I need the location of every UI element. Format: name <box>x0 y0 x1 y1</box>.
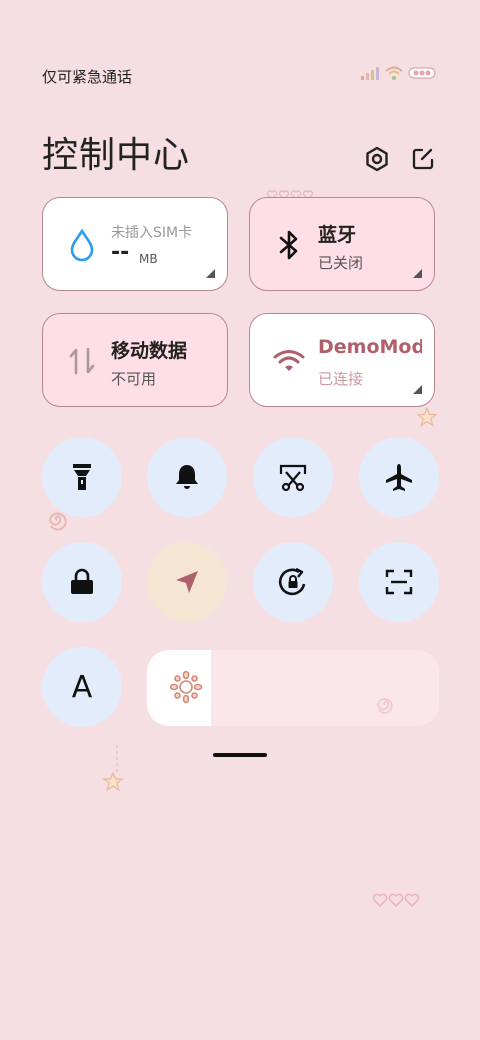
swirl-decoration <box>49 512 67 531</box>
battery-icon <box>408 67 436 79</box>
gear-icon <box>366 146 388 172</box>
location-arrow-icon <box>176 571 198 593</box>
data-usage-tile[interactable]: 未插入SIM卡 -- MB <box>42 197 228 291</box>
signal-icon <box>361 67 379 80</box>
edit-icon <box>412 148 434 170</box>
brightness-slider[interactable] <box>147 650 439 726</box>
location-toggle[interactable] <box>147 542 227 622</box>
mobile-data-title: 移动数据 <box>111 340 188 362</box>
bell-icon <box>176 465 198 489</box>
expand-corner-icon <box>413 385 422 394</box>
sun-icon <box>169 670 203 704</box>
scan-icon <box>385 569 413 595</box>
screenshot-toggle[interactable] <box>253 437 333 517</box>
rotation-lock-icon <box>278 567 306 596</box>
expand-corner-icon <box>206 269 215 278</box>
expand-corner-icon <box>413 269 422 278</box>
hearts-decoration <box>372 893 420 907</box>
drag-handle[interactable] <box>213 753 267 757</box>
lock-icon <box>71 568 93 594</box>
flashlight-toggle[interactable] <box>42 437 122 517</box>
edit-button[interactable] <box>408 144 438 174</box>
bluetooth-tile[interactable]: 蓝牙 已关闭 <box>249 197 435 291</box>
mobile-data-tile[interactable]: 移动数据 不可用 <box>42 313 228 407</box>
status-text: 仅可紧急通话 <box>42 68 133 86</box>
bluetooth-title: 蓝牙 <box>318 224 357 246</box>
settings-button[interactable] <box>362 144 392 174</box>
wifi-network-name: DemoMod <box>318 336 422 358</box>
airplane-icon <box>386 464 412 491</box>
mute-toggle[interactable] <box>147 437 227 517</box>
wifi-tile[interactable]: DemoMod 已连接 <box>249 313 435 407</box>
airplane-mode-toggle[interactable] <box>359 437 439 517</box>
wifi-status: 已连接 <box>318 370 364 388</box>
scissors-icon <box>279 464 307 492</box>
data-usage-unit: MB <box>139 252 158 266</box>
sim-status-label: 未插入SIM卡 <box>111 225 193 241</box>
status-icons <box>360 65 438 81</box>
data-arrows-icon <box>69 347 95 375</box>
font-size-label: A <box>71 669 93 705</box>
font-size-toggle[interactable]: A <box>42 647 122 727</box>
rotation-lock-toggle[interactable] <box>253 542 333 622</box>
star-decoration <box>416 406 438 427</box>
water-drop-icon <box>70 228 94 262</box>
bluetooth-status: 已关闭 <box>318 254 364 272</box>
page-title: 控制中心 <box>42 135 191 176</box>
flashlight-icon <box>73 464 91 490</box>
wifi-icon <box>385 66 403 80</box>
wifi-icon <box>273 350 305 371</box>
hanging-star-decoration <box>102 745 124 792</box>
lock-screen-toggle[interactable] <box>42 542 122 622</box>
bluetooth-icon <box>279 230 298 260</box>
mobile-data-status: 不可用 <box>111 370 157 388</box>
scanner-toggle[interactable] <box>359 542 439 622</box>
swirl-decoration <box>377 698 393 714</box>
data-usage-value: -- <box>111 240 130 265</box>
